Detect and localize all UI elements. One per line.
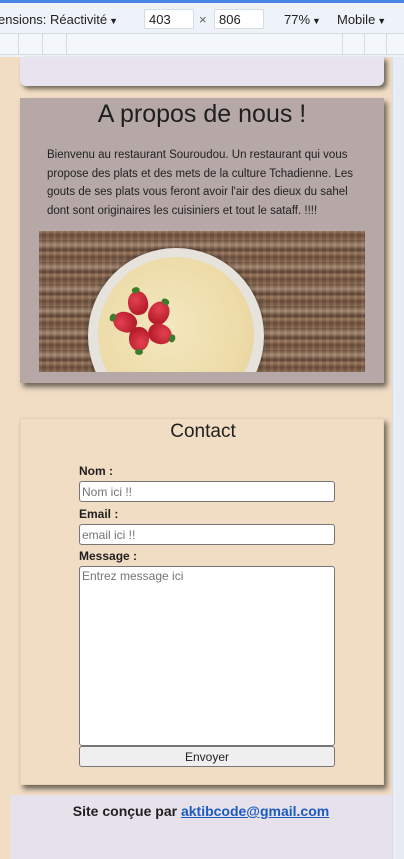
site-footer: Site conçue par aktibcode@gmail.com (10, 795, 392, 859)
device-mode-dropdown[interactable]: Mobile ▼ (337, 12, 386, 27)
previous-section-card (20, 57, 384, 86)
name-label: Nom : (79, 464, 113, 478)
chevron-down-icon: ▼ (377, 16, 387, 26)
devtools-device-toolbar: ensions: Réactivité ▼ 403 × 806 77% ▼ Mobi… (0, 0, 404, 57)
message-textarea[interactable] (79, 566, 335, 746)
about-text: Bienvenu au restaurant Souroudou. Un res… (47, 149, 354, 217)
viewport-right-gutter (392, 57, 404, 859)
about-title: A propos de nous ! (97, 100, 307, 128)
cheesecake-photo (39, 231, 365, 372)
page-left-edge (0, 57, 8, 859)
toolbar-row: ensions: Réactivité ▼ 403 × 806 77% ▼ Mobi… (0, 6, 404, 32)
times-sign: × (199, 12, 207, 27)
height-input[interactable]: 806 (214, 9, 264, 29)
name-input[interactable] (79, 481, 335, 502)
submit-button[interactable]: Envoyer (79, 746, 335, 767)
message-label: Message : (79, 549, 138, 563)
footer-credit-prefix: Site conçue par (72, 803, 178, 819)
width-input[interactable]: 403 (144, 9, 194, 29)
chevron-down-icon: ▼ (109, 16, 119, 26)
zoom-label: 77% (284, 12, 311, 27)
contact-section: Contact Nom : Email : Message : Envoyer (20, 418, 384, 785)
footer-credit: Site conçue par aktibcode@gmail.com (10, 803, 392, 819)
chevron-down-icon: ▼ (312, 16, 321, 26)
email-input[interactable] (79, 524, 335, 545)
toolbar-accent-line (0, 0, 404, 3)
contact-title: Contact (170, 421, 236, 442)
device-mode-label: Mobile (337, 12, 376, 27)
dimensions-dropdown[interactable]: ensions: Réactivité ▼ (0, 12, 118, 27)
media-query-ruler[interactable] (0, 33, 404, 55)
zoom-dropdown[interactable]: 77% ▼ (284, 12, 321, 27)
email-label: Email : (79, 507, 119, 521)
strawberry-icon (129, 327, 149, 351)
dimensions-label: ensions: Réactivité (0, 12, 108, 27)
footer-email-link[interactable]: aktibcode@gmail.com (181, 803, 329, 819)
